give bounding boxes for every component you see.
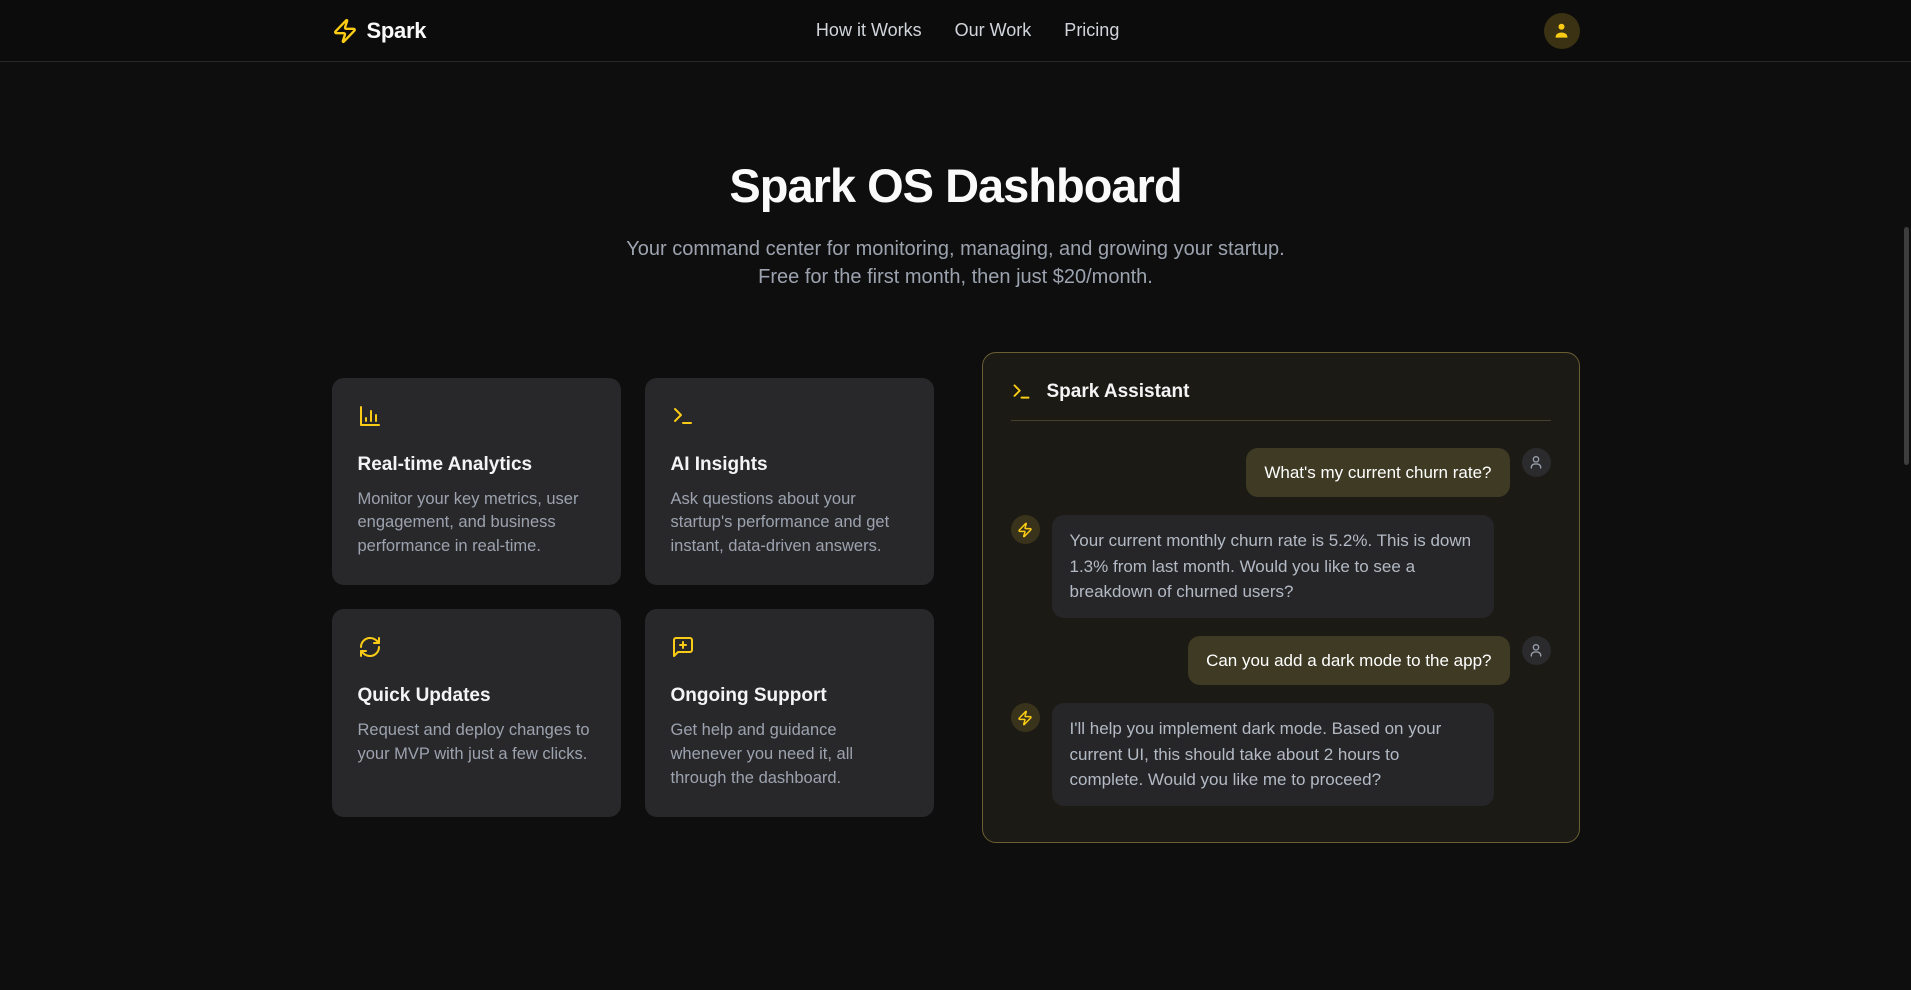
feature-card-ai-insights: AI Insights Ask questions about your sta… [645, 378, 934, 586]
chat-message-user: What's my current churn rate? [1011, 448, 1551, 498]
user-icon [1552, 21, 1571, 40]
feature-description: Request and deploy changes to your MVP w… [358, 719, 595, 767]
page-subtitle: Your command center for monitoring, mana… [611, 235, 1301, 292]
zap-icon [332, 18, 358, 44]
vertical-scrollbar-thumb[interactable] [1904, 227, 1909, 465]
bar-chart-icon [358, 404, 595, 428]
hero-section: Spark OS Dashboard Your command center f… [0, 158, 1911, 292]
feature-title: Quick Updates [358, 685, 595, 707]
assistant-message-bubble: Your current monthly churn rate is 5.2%.… [1052, 515, 1494, 618]
feature-grid: Real-time Analytics Monitor your key met… [332, 378, 934, 818]
user-avatar [1522, 636, 1551, 665]
nav-link-our-work[interactable]: Our Work [955, 20, 1032, 41]
terminal-icon [1011, 381, 1032, 402]
feature-card-realtime-analytics: Real-time Analytics Monitor your key met… [332, 378, 621, 586]
main-content: Real-time Analytics Monitor your key met… [332, 352, 1580, 843]
message-square-plus-icon [671, 635, 908, 659]
divider [1011, 420, 1551, 421]
brand-logo[interactable]: Spark [332, 18, 427, 44]
top-nav: Spark How it Works Our Work Pricing [0, 0, 1911, 62]
nav-link-how-it-works[interactable]: How it Works [816, 20, 922, 41]
refresh-icon [358, 635, 595, 659]
user-message-bubble: Can you add a dark mode to the app? [1188, 636, 1509, 686]
assistant-avatar-zap-icon [1011, 703, 1040, 732]
feature-description: Monitor your key metrics, user engagemen… [358, 488, 595, 560]
nav-link-pricing[interactable]: Pricing [1064, 20, 1119, 41]
feature-title: AI Insights [671, 454, 908, 476]
spark-assistant-panel: Spark Assistant What's my current churn … [982, 352, 1580, 843]
user-avatar-button[interactable] [1544, 13, 1580, 49]
feature-description: Ask questions about your startup's perfo… [671, 488, 908, 560]
page-title: Spark OS Dashboard [0, 158, 1911, 213]
feature-title: Real-time Analytics [358, 454, 595, 476]
nav-container: Spark How it Works Our Work Pricing [332, 13, 1580, 49]
chat-message-assistant: Your current monthly churn rate is 5.2%.… [1011, 515, 1551, 618]
feature-title: Ongoing Support [671, 685, 908, 707]
nav-links: How it Works Our Work Pricing [816, 20, 1119, 41]
feature-card-quick-updates: Quick Updates Request and deploy changes… [332, 609, 621, 817]
feature-card-ongoing-support: Ongoing Support Get help and guidance wh… [645, 609, 934, 817]
user-avatar [1522, 448, 1551, 477]
brand-name: Spark [367, 18, 427, 44]
chat-message-user: Can you add a dark mode to the app? [1011, 636, 1551, 686]
terminal-icon [671, 404, 908, 428]
chat-message-assistant: I'll help you implement dark mode. Based… [1011, 703, 1551, 806]
assistant-title: Spark Assistant [1047, 381, 1190, 403]
chat-transcript: What's my current churn rate? Your curre… [1011, 448, 1551, 806]
assistant-avatar-zap-icon [1011, 515, 1040, 544]
user-message-bubble: What's my current churn rate? [1246, 448, 1509, 498]
feature-description: Get help and guidance whenever you need … [671, 719, 908, 791]
assistant-message-bubble: I'll help you implement dark mode. Based… [1052, 703, 1494, 806]
assistant-header: Spark Assistant [1011, 381, 1551, 403]
